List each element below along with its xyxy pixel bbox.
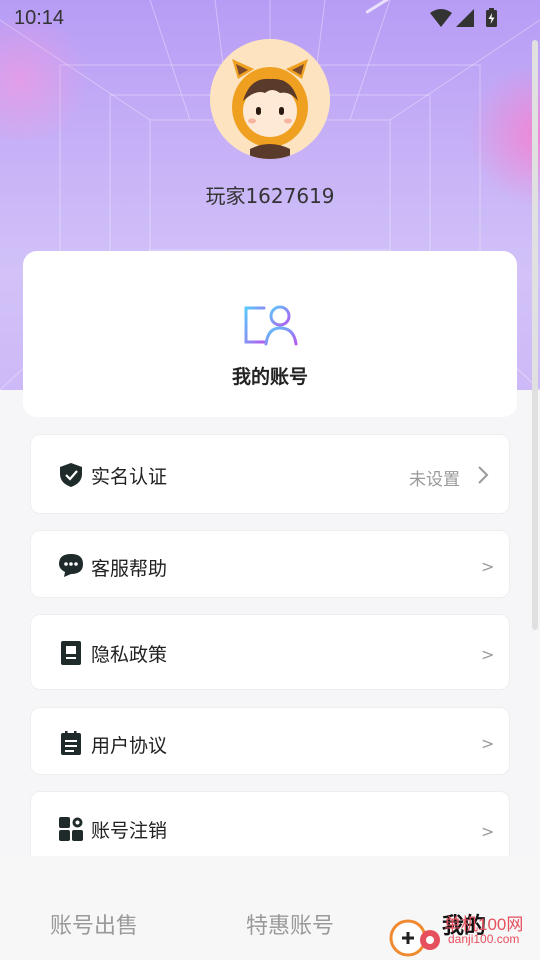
menu-label-privacy-policy: 隐私政策 — [91, 644, 168, 666]
username: 玩家1627619 — [205, 184, 335, 208]
chevron-right-icon — [478, 466, 489, 484]
tab-special-accounts[interactable]: 特惠账号 — [246, 908, 334, 940]
real-name-status: 未设置 — [409, 470, 460, 490]
menu-label-real-name: 实名认证 — [91, 466, 168, 488]
arrow-icon: > — [481, 822, 495, 841]
status-icons — [430, 8, 497, 27]
status-bar: 10:14 — [0, 0, 540, 36]
signal-icon — [456, 9, 474, 27]
arrow-icon: > — [481, 734, 495, 753]
my-account-card[interactable]: 我的账号 — [23, 251, 517, 417]
arrow-icon: > — [481, 557, 495, 576]
privacy-book-icon — [61, 641, 81, 665]
my-account-label: 我的账号 — [231, 366, 308, 388]
scrollbar[interactable] — [532, 40, 538, 630]
battery-icon — [486, 8, 497, 27]
menu-item-real-name[interactable]: 实名认证 未设置 — [30, 434, 510, 514]
status-time: 10:14 — [14, 7, 65, 29]
menu-item-user-agreement[interactable]: 用户协议 > — [30, 707, 510, 775]
grid-settings-icon — [59, 817, 83, 841]
menu-item-customer-service[interactable]: 客服帮助 > — [30, 530, 510, 598]
watermark-logo: 单机100网 danji100.com — [388, 906, 540, 960]
shield-check-icon — [60, 463, 82, 487]
fox-hood-avatar-icon — [210, 39, 330, 159]
arrow-icon: > — [481, 645, 495, 664]
gamepad-logo-icon — [389, 919, 440, 957]
watermark-url: danji100.com — [448, 932, 520, 946]
wifi-icon — [430, 9, 452, 27]
chat-bubble-icon — [59, 554, 83, 577]
avatar[interactable] — [210, 39, 330, 159]
menu-item-privacy-policy[interactable]: 隐私政策 > — [30, 614, 510, 690]
account-profile-icon — [244, 305, 298, 346]
menu-label-account-deletion: 账号注销 — [91, 820, 168, 842]
tab-account-sale[interactable]: 账号出售 — [50, 908, 138, 940]
menu-label-user-agreement: 用户协议 — [91, 735, 168, 757]
menu-label-customer-service: 客服帮助 — [91, 558, 168, 580]
agreement-clipboard-icon — [61, 731, 81, 755]
